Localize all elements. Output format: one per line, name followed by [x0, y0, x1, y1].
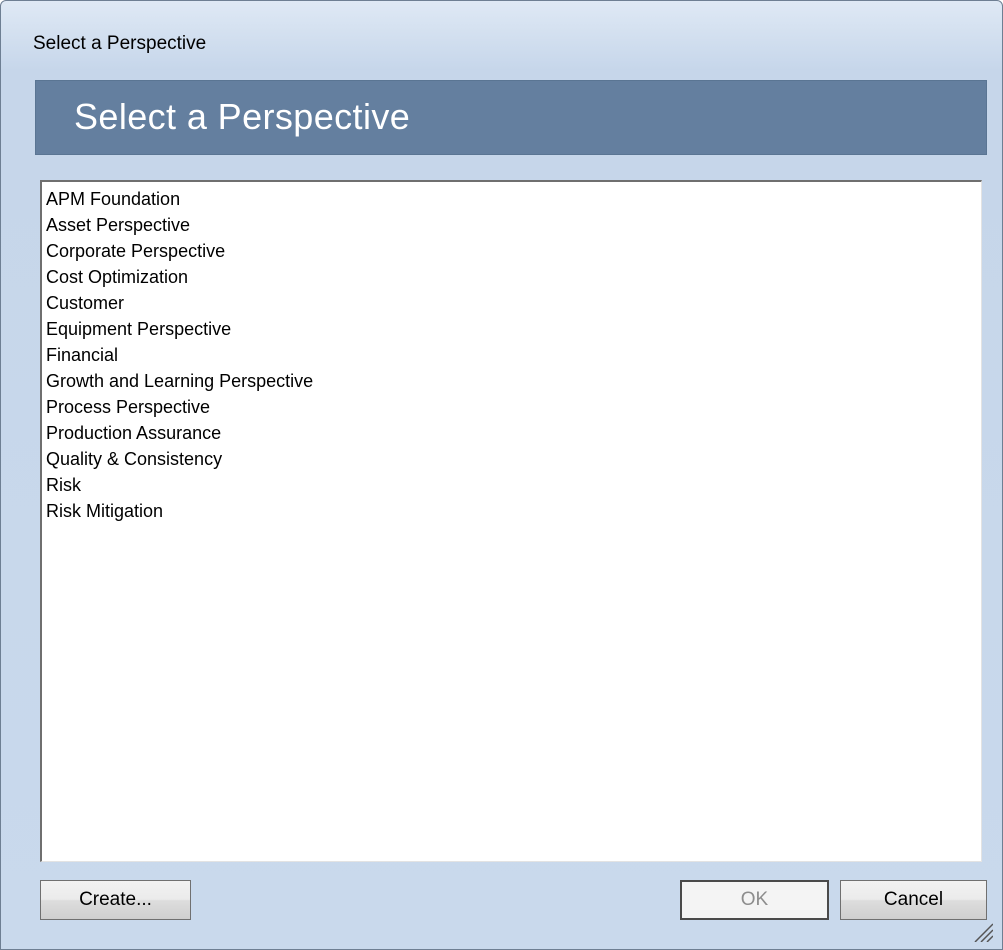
title-bar[interactable]: Select a Perspective [1, 1, 1002, 53]
list-item[interactable]: Cost Optimization [42, 264, 981, 290]
ok-button[interactable]: OK [680, 880, 829, 920]
list-item[interactable]: Risk Mitigation [42, 498, 981, 524]
list-item[interactable]: Equipment Perspective [42, 316, 981, 342]
header-banner: Select a Perspective [35, 80, 987, 155]
list-item[interactable]: Process Perspective [42, 394, 981, 420]
list-item[interactable]: Asset Perspective [42, 212, 981, 238]
cancel-button[interactable]: Cancel [840, 880, 987, 920]
perspective-listbox[interactable]: APM Foundation Asset Perspective Corpora… [40, 180, 982, 862]
list-item[interactable]: Corporate Perspective [42, 238, 981, 264]
window-title: Select a Perspective [33, 33, 207, 54]
list-item[interactable]: Quality & Consistency [42, 446, 981, 472]
resize-grip-icon[interactable] [969, 918, 993, 942]
list-item[interactable]: Growth and Learning Perspective [42, 368, 981, 394]
list-item[interactable]: Customer [42, 290, 981, 316]
list-item[interactable]: APM Foundation [42, 186, 981, 212]
list-item[interactable]: Financial [42, 342, 981, 368]
create-button[interactable]: Create... [40, 880, 191, 920]
page-title: Select a Perspective [74, 96, 411, 137]
list-item[interactable]: Risk [42, 472, 981, 498]
list-item[interactable]: Production Assurance [42, 420, 981, 446]
perspective-list: APM Foundation Asset Perspective Corpora… [42, 182, 981, 524]
